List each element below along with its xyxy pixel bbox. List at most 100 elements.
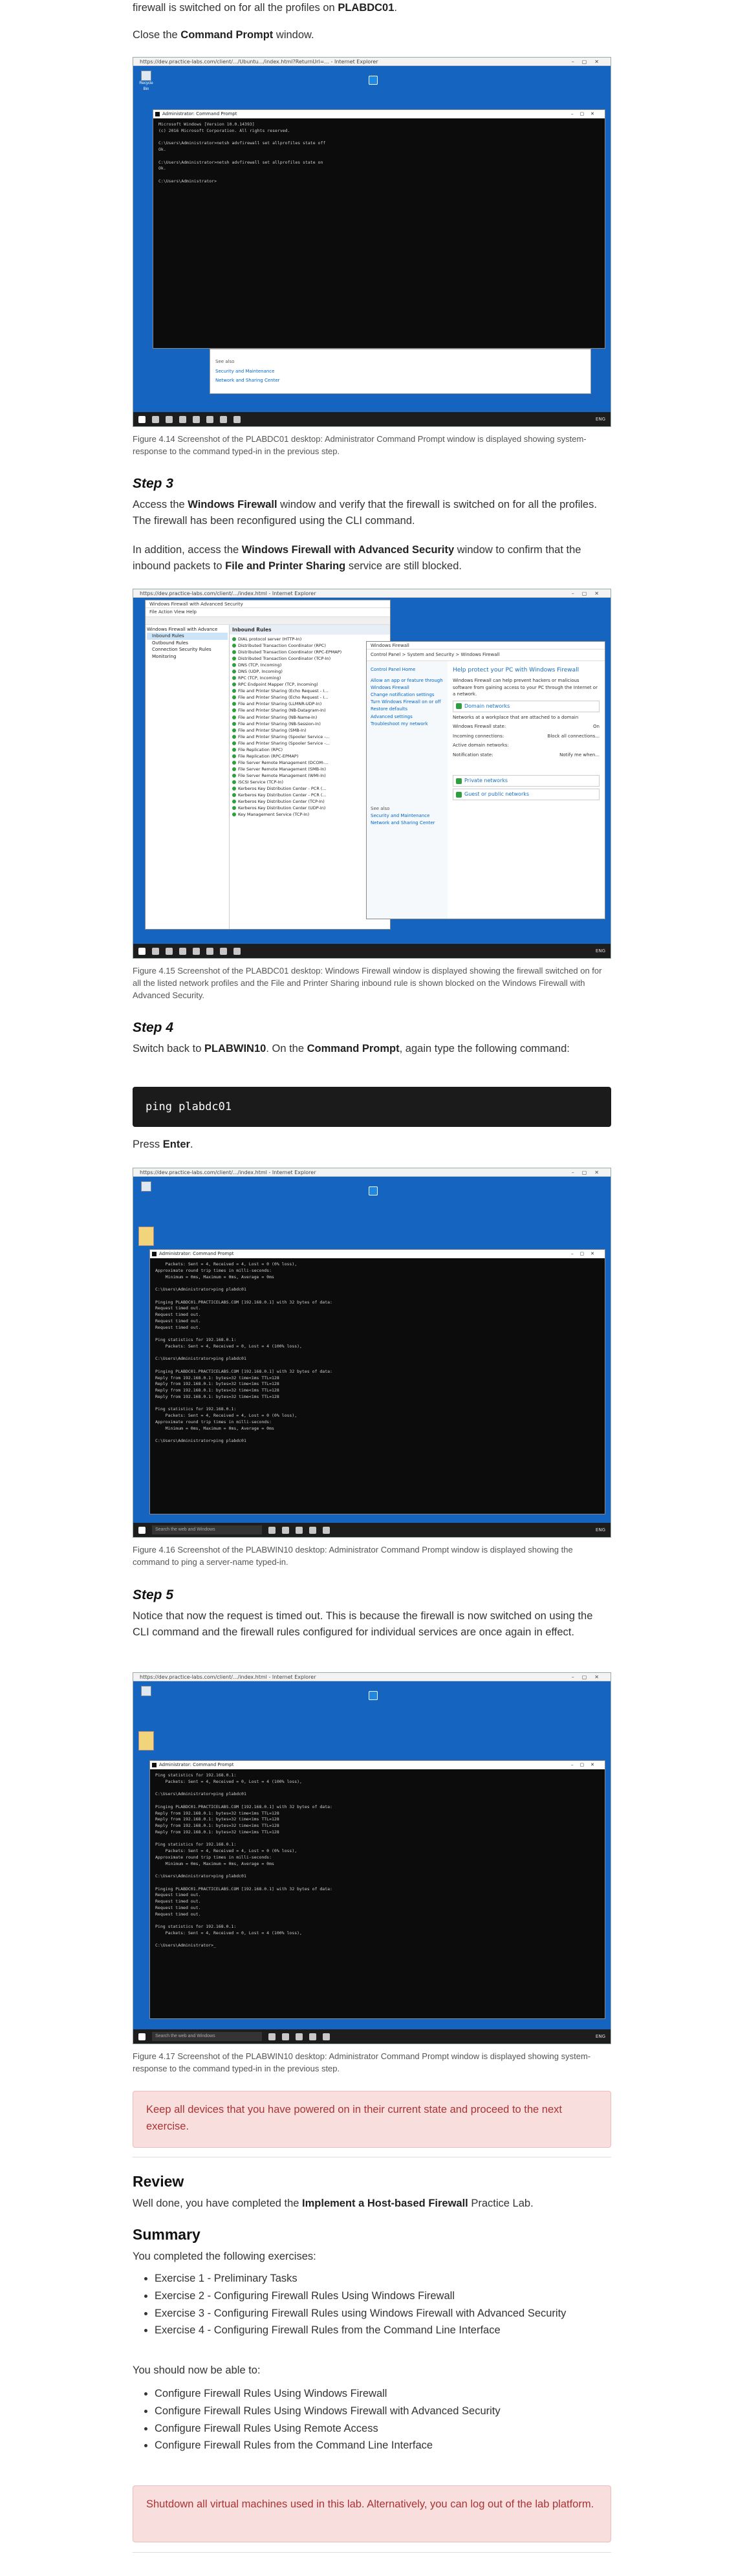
server-manager-icon[interactable] (206, 947, 213, 955)
desktop-folder-icon[interactable] (138, 1731, 154, 1751)
rule-row[interactable]: File Server Remote Management (WMI-In) (232, 772, 387, 779)
cmd-taskbar-icon[interactable] (323, 1526, 330, 1534)
list-item: Configure Firewall Rules Using Remote Ac… (155, 2421, 611, 2437)
store-icon[interactable] (309, 1526, 316, 1534)
command-prompt-window[interactable]: Administrator: Command Prompt –▢✕ Packets… (149, 1249, 605, 1514)
file-explorer-icon[interactable] (193, 947, 200, 955)
file-explorer-icon[interactable] (296, 1526, 303, 1534)
alert-box: Shutdown all virtual machines used in th… (133, 2485, 611, 2542)
ie-icon[interactable] (179, 947, 186, 955)
rule-row[interactable]: DIAL protocol server (HTTP-In) (232, 636, 387, 642)
server-manager-icon[interactable] (206, 415, 213, 423)
store-icon[interactable] (309, 2033, 316, 2040)
rule-row[interactable]: Kerberos Key Distribution Center - PCR (… (232, 792, 387, 798)
public-networks-header[interactable]: Guest or public networks (453, 789, 600, 800)
command-prompt-window[interactable]: Administrator: Command Prompt –▢✕ Ping st… (149, 1760, 605, 2019)
powershell-icon[interactable] (220, 415, 227, 423)
list-item: Configure Firewall Rules from the Comman… (155, 2438, 611, 2454)
rule-row[interactable]: File and Printer Sharing (LLMNR-UDP-In) (232, 701, 387, 707)
edge-icon[interactable] (282, 1526, 289, 1534)
console-tree[interactable]: Windows Firewall with Advance Inbound Ru… (146, 624, 230, 929)
press-enter-text: Press Enter. (133, 1139, 193, 1150)
alert-box: Keep all devices that you have powered o… (133, 2091, 611, 2148)
recycle-bin-icon: Recycle Bin (138, 71, 154, 91)
command-prompt-window[interactable]: Administrator: Command Prompt –▢✕ Microso… (153, 109, 605, 349)
task-view-icon[interactable] (268, 1526, 276, 1534)
figure-caption: Figure 4.17 Screenshot of the PLABWIN10 … (133, 2051, 591, 2073)
rule-row[interactable]: DNS (TCP, Incoming) (232, 662, 387, 668)
windows-firewall-window[interactable]: Windows Firewall Control Panel > System … (366, 641, 605, 919)
figure-caption: Figure 4.14 Screenshot of the PLABDC01 d… (133, 434, 587, 456)
list-item: Exercise 2 - Configuring Firewall Rules … (155, 2288, 611, 2304)
rule-row[interactable]: Key Management Service (TCP-In) (232, 811, 387, 818)
rule-row[interactable]: File Replication (RPC-EPMAP) (232, 753, 387, 759)
start-icon[interactable] (138, 1526, 146, 1534)
search-icon[interactable] (152, 415, 159, 423)
remote-toolbar-icon[interactable] (369, 76, 378, 85)
figure-4-16-screenshot: https://dev.practice-labs.com/client/...… (133, 1168, 611, 1538)
rule-row[interactable]: Distributed Transaction Coordinator (RPC… (232, 649, 387, 655)
firewall-taskbar-icon[interactable] (233, 947, 241, 955)
rule-row[interactable]: File and Printer Sharing (Echo Request -… (232, 688, 387, 694)
cmd-taskbar-icon[interactable] (323, 2033, 330, 2040)
advanced-security-window[interactable]: Windows Firewall with Advanced Security … (145, 600, 391, 930)
ie-icon[interactable] (179, 415, 186, 423)
rule-row[interactable]: Kerberos Key Distribution Center (UDP-In… (232, 805, 387, 811)
rule-row[interactable]: DNS (UDP, Incoming) (232, 668, 387, 675)
powershell-icon[interactable] (220, 947, 227, 955)
cmd-title-bar: Administrator: Command Prompt –▢✕ (153, 110, 605, 118)
file-explorer-icon[interactable] (296, 2033, 303, 2040)
figure-caption: Figure 4.16 Screenshot of the PLABWIN10 … (133, 1545, 573, 1567)
rule-row[interactable]: File Server Remote Management (DCOM-... (232, 759, 387, 766)
rule-row[interactable]: File Replication (RPC) (232, 747, 387, 753)
rule-row[interactable]: File and Printer Sharing (Echo Request -… (232, 694, 387, 701)
task-view-icon[interactable] (166, 947, 173, 955)
rule-row[interactable]: Distributed Transaction Coordinator (RPC… (232, 642, 387, 649)
edge-icon[interactable] (282, 2033, 289, 2040)
rule-row[interactable]: File and Printer Sharing (NB-Name-In) (232, 714, 387, 721)
domain-networks-header[interactable]: Domain networks (453, 700, 600, 712)
rule-row[interactable]: RPC Endpoint Mapper (TCP, Incoming) (232, 681, 387, 688)
able-intro: You should now be able to: (133, 2364, 261, 2376)
rule-row[interactable]: File and Printer Sharing (NB-Session-In) (232, 721, 387, 727)
rule-row[interactable]: Distributed Transaction Coordinator (TCP… (232, 655, 387, 662)
desktop-folder-icon[interactable] (138, 1227, 154, 1246)
rule-row[interactable]: File Server Remote Management (SMB-In) (232, 766, 387, 772)
ie-title-bar: https://dev.practice-labs.com/client/...… (133, 1673, 611, 1681)
start-icon[interactable] (138, 2033, 146, 2040)
taskbar-search-box[interactable]: Search the web and Windows (152, 2032, 262, 2041)
search-icon[interactable] (152, 947, 159, 955)
list-item: Exercise 1 - Preliminary Tasks (155, 2271, 611, 2287)
see-also-label: See also (215, 359, 235, 364)
step-text: Notice that now the request is timed out… (133, 1610, 593, 1638)
taskbar-clock: ENG (595, 1527, 605, 1533)
remote-toolbar-icon[interactable] (369, 1691, 378, 1700)
rule-row[interactable]: File and Printer Sharing (Spooler Servic… (232, 740, 387, 747)
rule-row[interactable]: Kerberos Key Distribution Center (TCP-In… (232, 798, 387, 805)
adv-title-bar: Windows Firewall with Advanced Security (146, 600, 390, 608)
task-view-icon[interactable] (166, 415, 173, 423)
firewall-left-nav[interactable]: Control Panel Home Allow an app or featu… (367, 660, 448, 919)
skills-list: Configure Firewall Rules Using Windows F… (133, 2386, 611, 2455)
network-sharing-link[interactable]: Network and Sharing Center (215, 377, 585, 384)
security-maintenance-link[interactable]: Security and Maintenance (215, 368, 585, 375)
start-icon[interactable] (138, 415, 146, 423)
start-icon[interactable] (138, 947, 146, 955)
taskbar: ENG (133, 412, 611, 426)
rule-row[interactable]: File and Printer Sharing (NB-Datagram-In… (232, 707, 387, 714)
rule-row[interactable]: iSCSI Service (TCP-In) (232, 779, 387, 785)
cmd-taskbar-icon[interactable] (233, 415, 241, 423)
file-explorer-icon[interactable] (193, 415, 200, 423)
rule-row[interactable]: File and Printer Sharing (Spooler Servic… (232, 734, 387, 740)
rule-row[interactable]: RPC (TCP, Incoming) (232, 675, 387, 681)
recycle-bin-icon (138, 1686, 154, 1704)
rule-row[interactable]: File and Printer Sharing (SMB-In) (232, 727, 387, 734)
private-networks-header[interactable]: Private networks (453, 775, 600, 787)
menu-bar[interactable]: File Action View Help (146, 608, 390, 617)
remote-toolbar-icon[interactable] (369, 1186, 378, 1195)
step-heading: Step 5 (133, 1588, 174, 1602)
rule-row[interactable]: Kerberos Key Distribution Center - PCR (… (232, 785, 387, 792)
task-view-icon[interactable] (268, 2033, 276, 2040)
intro-text: firewall is switched on for all the prof… (133, 2, 398, 14)
taskbar-search-box[interactable]: Search the web and Windows (152, 1525, 262, 1534)
